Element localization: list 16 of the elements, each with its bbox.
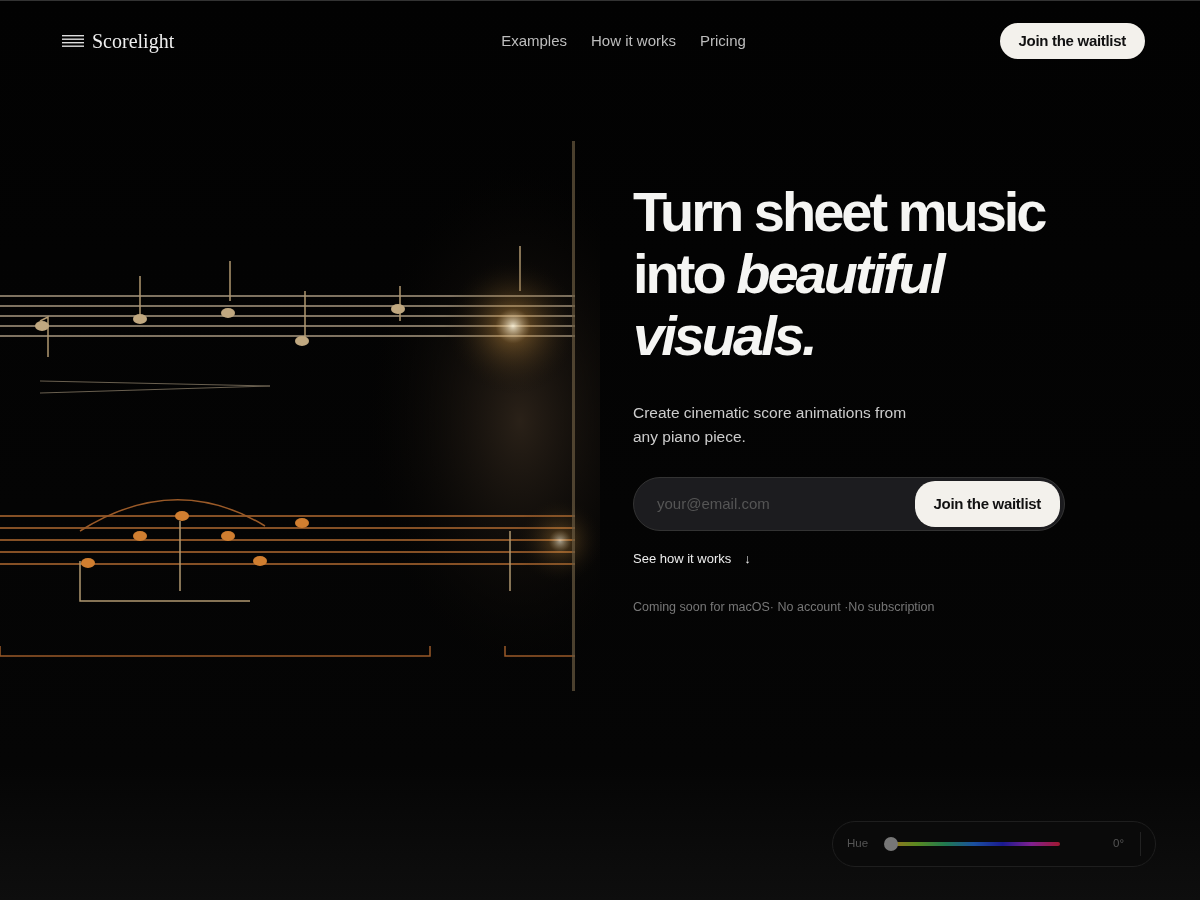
nav-link[interactable]: Pricing xyxy=(700,29,746,53)
waitlist-button[interactable]: Join the waitlist xyxy=(914,480,1060,528)
nav-link[interactable]: Examples xyxy=(501,29,567,53)
headline: Turn sheet music into beautiful visuals. xyxy=(633,181,1047,367)
brand-name[interactable]: Scorelight xyxy=(92,26,175,56)
availability-note: Coming soon for macOS· No account ·No subscription xyxy=(633,599,936,616)
email-field[interactable]: your@email.com Join the waitlist xyxy=(633,477,1065,531)
hue-reading: 0° xyxy=(1113,836,1124,852)
hue-slider-thumb[interactable] xyxy=(884,837,899,851)
subtitle: Create cinematic score animations from any piano piece. xyxy=(633,403,908,447)
nav-link[interactable]: How it works xyxy=(591,29,676,53)
hue-label: Hue xyxy=(847,836,869,852)
logo-icon xyxy=(62,35,84,47)
see-how-link[interactable]: See how it works ↓ xyxy=(633,549,751,569)
hue-slider-track[interactable] xyxy=(884,837,1061,851)
waitlist-button[interactable]: Join the waitlist xyxy=(999,22,1145,60)
